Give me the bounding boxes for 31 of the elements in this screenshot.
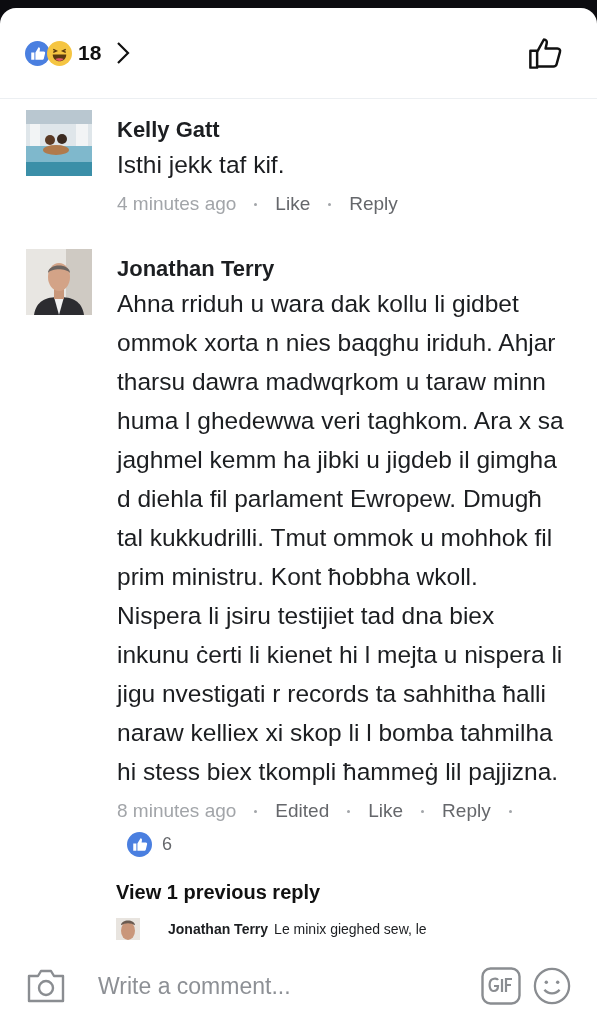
reaction-count[interactable]: 18 bbox=[78, 41, 102, 65]
separator-dot bbox=[328, 202, 332, 206]
comment-time: 4 minutes ago bbox=[117, 193, 237, 215]
comment-time: 8 minutes ago bbox=[117, 800, 237, 822]
comment-action[interactable]: Reply bbox=[349, 193, 398, 215]
comment-author[interactable]: Kelly Gatt bbox=[117, 117, 567, 143]
separator-dot bbox=[254, 202, 258, 206]
comment-action[interactable]: Like bbox=[368, 800, 404, 822]
gif-icon[interactable] bbox=[481, 967, 521, 1005]
chevron-right-icon[interactable] bbox=[116, 41, 131, 65]
like-reaction-icon bbox=[127, 832, 152, 857]
comment-author[interactable]: Jonathan Terry bbox=[117, 256, 567, 282]
comment-action[interactable]: Edited bbox=[275, 800, 330, 822]
view-previous-reply-link[interactable]: View 1 previous reply bbox=[116, 881, 597, 904]
comment-text: Ahna rriduh u wara dak kollu li gidbet ommok xorta n nies baqghu iriduh. Ahjar tharsu dawra madwqrkom u taraw minn huma l ghedewwa veri taghkom. Ara x sa jaghmel kemm ha jibki u jigdeb il gimgha d diehla fil parlament Ewropew. Dmugħ tal kukkudrilli. Tmut ommok u mohhok fil prim ministru. Kont ħobbha wkoll. Nispera li jsiru testijiet tad dna biex inkunu ċerti li kienet hi l mejta u nispera li jigu nvestigati r records ta sahhitha ħalli naraw kelliex xi skop li l bomba tahmilha hi stess biex tkompli ħammeġ lil pajjizna. bbox=[117, 289, 565, 787]
camera-icon[interactable] bbox=[26, 968, 66, 1004]
thumbs-up-icon[interactable] bbox=[527, 35, 563, 71]
comment-action[interactable]: Like bbox=[275, 193, 311, 215]
laugh-reaction-icon bbox=[47, 40, 72, 66]
separator-dot bbox=[508, 809, 512, 813]
emoji-icon[interactable] bbox=[533, 967, 571, 1005]
separator-dot bbox=[254, 809, 258, 813]
separator-dot bbox=[347, 809, 351, 813]
comment-action[interactable]: Reply bbox=[442, 800, 491, 822]
separator-dot bbox=[421, 809, 425, 813]
comment-text: Isthi jekk taf kif. bbox=[117, 150, 286, 180]
like-reaction-icon bbox=[25, 40, 50, 66]
reply-text: Le minix gieghed sew, le bbox=[274, 921, 427, 937]
like-count[interactable]: 6 bbox=[162, 834, 172, 855]
reply-author[interactable]: Jonathan Terry bbox=[168, 921, 269, 937]
comment-input-field[interactable]: Write a comment... bbox=[96, 971, 451, 1001]
